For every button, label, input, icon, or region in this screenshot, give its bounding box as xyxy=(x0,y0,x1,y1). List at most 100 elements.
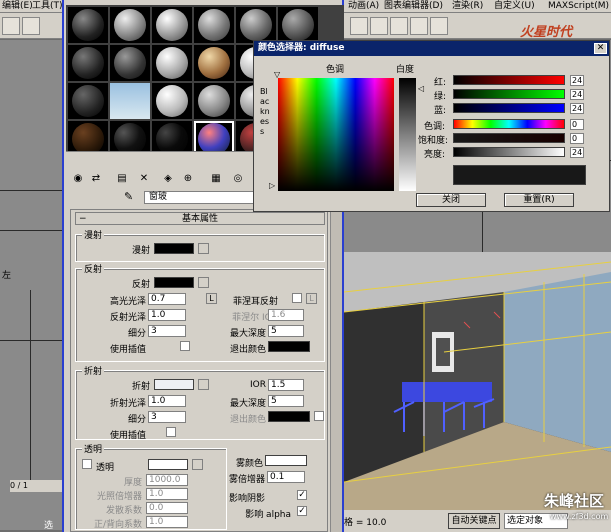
show-map-icon[interactable]: ◎ xyxy=(230,171,246,187)
affect-shadows-checkbox[interactable]: ✓ xyxy=(297,490,307,500)
perspective-viewport[interactable] xyxy=(344,252,611,510)
fresnel-lock-button[interactable]: L xyxy=(306,293,317,304)
auto-key-button[interactable]: 自动关键点 xyxy=(448,513,500,529)
affect-shadows-label: 影响阴影 xyxy=(228,494,265,504)
menu-rendering[interactable]: 渲染(R) xyxy=(452,0,483,13)
saturation-input[interactable]: 0 xyxy=(570,133,584,144)
refr-exit-color-swatch[interactable] xyxy=(268,411,310,422)
menu-customize[interactable]: 自定义(U) xyxy=(494,0,535,13)
quick-render-icon[interactable] xyxy=(430,17,448,35)
translucency-check-label: 透明 xyxy=(96,463,115,473)
fog-color-swatch[interactable] xyxy=(265,455,307,466)
blue-slider[interactable] xyxy=(453,103,565,113)
thickness-input[interactable]: 1000.0 xyxy=(146,474,188,486)
dialog-close-button[interactable]: 关闭 xyxy=(416,193,486,207)
refl-max-depth-input[interactable]: 5 xyxy=(268,325,304,337)
reflection-group: 反射 反射 高光光泽 0.7 L 菲涅耳反射 L 反射光泽 1.0 菲涅尔 IO… xyxy=(75,262,325,362)
diffuse-color-swatch[interactable] xyxy=(154,243,194,254)
menu-animation[interactable]: 动画(A) xyxy=(348,0,379,13)
red-slider[interactable] xyxy=(453,75,565,85)
green-input[interactable]: 24 xyxy=(570,89,584,100)
refr-exit-checkbox[interactable] xyxy=(314,411,324,421)
hue-label: 色调 xyxy=(326,65,345,75)
refr-exit-color-label: 退出颜色 xyxy=(229,415,266,425)
make-copy-icon[interactable]: ◈ xyxy=(160,171,176,187)
translucency-group-title: 透明 xyxy=(82,442,105,455)
value-slider[interactable] xyxy=(453,147,565,157)
panel-scrollbar[interactable] xyxy=(330,209,342,532)
undo-icon[interactable] xyxy=(2,17,20,35)
pick-material-icon[interactable]: ✎ xyxy=(124,190,133,203)
material-id-icon[interactable]: ▦ xyxy=(208,171,224,187)
diffuse-map-button[interactable] xyxy=(198,243,209,254)
translucency-checkbox[interactable] xyxy=(82,459,92,469)
dialog-reset-button[interactable]: 重置(R) xyxy=(504,193,574,207)
dialog-title: 颜色选择器: diffuse xyxy=(258,43,345,53)
highlight-gloss-input[interactable]: 0.7 xyxy=(148,293,186,305)
render-setup-icon[interactable] xyxy=(410,17,428,35)
schematic-icon[interactable] xyxy=(370,17,388,35)
close-icon[interactable]: ✕ xyxy=(594,43,607,54)
value-input[interactable]: 24 xyxy=(570,147,584,158)
whiteness-slider[interactable] xyxy=(399,78,416,191)
menu-graph-editors[interactable]: 图表编辑器(D) xyxy=(384,0,443,13)
refraction-group: 折射 折射 IOR 1.5 折射光泽 1.0 最大深度 5 细分 3 退出颜色 … xyxy=(75,364,325,441)
refr-subdiv-input[interactable]: 3 xyxy=(148,411,186,423)
get-material-icon[interactable]: ◉ xyxy=(70,171,86,187)
red-input[interactable]: 24 xyxy=(570,75,584,86)
reflection-label: 反射 xyxy=(131,280,150,290)
refl-interp-checkbox[interactable] xyxy=(180,341,190,351)
reflection-map-button[interactable] xyxy=(198,277,209,288)
hue-value-label: 色调: xyxy=(424,122,446,132)
ior-input[interactable]: 1.5 xyxy=(268,379,304,391)
menu-tools[interactable]: 工具(T) xyxy=(32,0,63,13)
translucency-map-button[interactable] xyxy=(192,459,203,470)
refl-gloss-input[interactable]: 1.0 xyxy=(148,309,186,321)
fresnel-checkbox[interactable] xyxy=(292,293,302,303)
refl-max-depth-label: 最大深度 xyxy=(229,329,266,339)
fb-coeff-input[interactable]: 1.0 xyxy=(146,516,188,528)
green-slider[interactable] xyxy=(453,89,565,99)
refl-exit-color-label: 退出颜色 xyxy=(229,345,266,355)
material-editor-icon[interactable] xyxy=(390,17,408,35)
affect-alpha-checkbox[interactable]: ✓ xyxy=(297,506,307,516)
curve-editor-icon[interactable] xyxy=(350,17,368,35)
fog-color-label: 雾颜色 xyxy=(235,459,263,469)
scatter-input[interactable]: 0.0 xyxy=(146,502,188,514)
hue-blackness-picker[interactable] xyxy=(278,78,394,191)
refl-gloss-label: 反射光泽 xyxy=(109,313,146,323)
reflection-color-swatch[interactable] xyxy=(154,277,194,288)
unique-icon[interactable]: ⊕ xyxy=(180,171,196,187)
refraction-map-button[interactable] xyxy=(198,379,209,390)
menu-maxscript[interactable]: MAXScript(M) xyxy=(548,0,609,13)
fresnel-label: 菲涅耳反射 xyxy=(232,297,278,307)
time-slider[interactable]: 0 / 1 xyxy=(10,480,62,492)
refr-max-depth-input[interactable]: 5 xyxy=(268,395,304,407)
refr-gloss-input[interactable]: 1.0 xyxy=(148,395,186,407)
refraction-color-swatch[interactable] xyxy=(154,379,194,390)
put-to-scene-icon[interactable]: ⇄ xyxy=(88,171,104,187)
green-label: 绿: xyxy=(434,92,447,102)
hue-slider[interactable] xyxy=(453,119,565,129)
watermark-url: www.zf3d.com xyxy=(550,512,609,521)
bottom-select-label: 选 xyxy=(44,521,54,531)
blue-input[interactable]: 24 xyxy=(570,103,584,114)
refl-exit-color-swatch[interactable] xyxy=(268,341,310,352)
translucency-color-swatch[interactable] xyxy=(148,459,188,470)
saturation-slider[interactable] xyxy=(453,133,565,143)
hue-input[interactable]: 0 xyxy=(570,119,584,130)
assign-material-icon[interactable]: ▤ xyxy=(114,171,130,187)
whiteness-marker-icon: ◁ xyxy=(418,84,425,93)
select-link-icon[interactable] xyxy=(22,17,40,35)
light-mult-input[interactable]: 1.0 xyxy=(146,488,188,500)
left-viewport[interactable]: 左 0 / 1 选 xyxy=(0,40,62,531)
rollout-header[interactable]: − 基本属性 xyxy=(75,212,325,225)
fresnel-ior-input[interactable]: 1.6 xyxy=(268,309,304,321)
menu-edit[interactable]: 编辑(E) xyxy=(2,0,33,13)
fog-mult-input[interactable]: 0.1 xyxy=(267,471,305,483)
scatter-label: 发散系数 xyxy=(105,506,142,516)
thickness-label: 厚度 xyxy=(123,478,142,488)
delete-icon[interactable]: ✕ xyxy=(136,171,152,187)
refr-interp-checkbox[interactable] xyxy=(166,427,176,437)
refl-subdiv-input[interactable]: 3 xyxy=(148,325,186,337)
